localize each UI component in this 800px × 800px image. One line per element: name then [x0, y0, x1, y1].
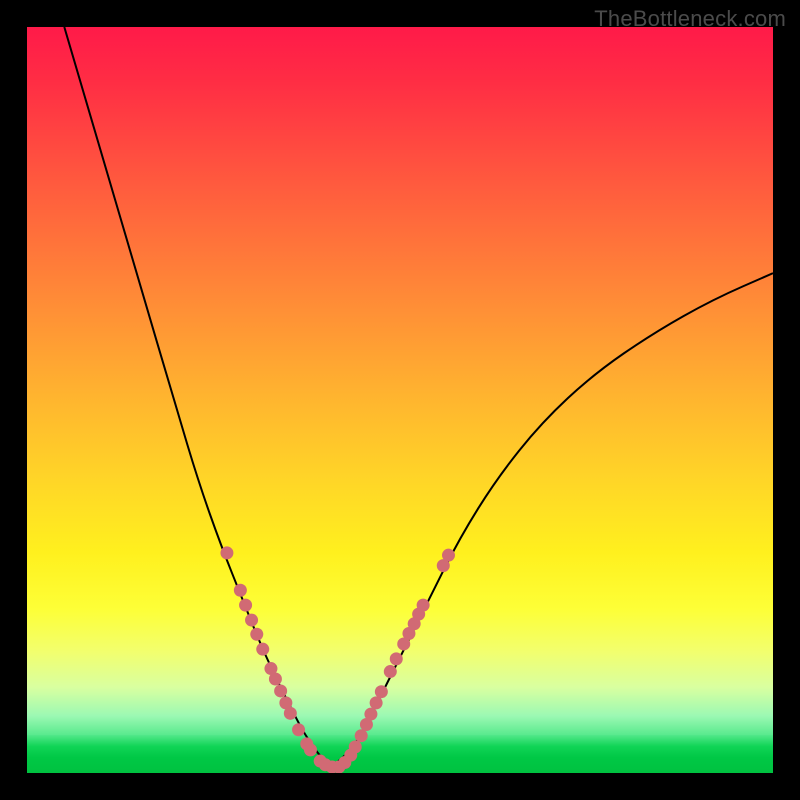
plot-area	[27, 27, 773, 773]
gradient-background	[27, 27, 773, 737]
chart-root: TheBottleneck.com	[0, 0, 800, 800]
green-band	[27, 735, 773, 773]
watermark-text: TheBottleneck.com	[594, 6, 786, 32]
